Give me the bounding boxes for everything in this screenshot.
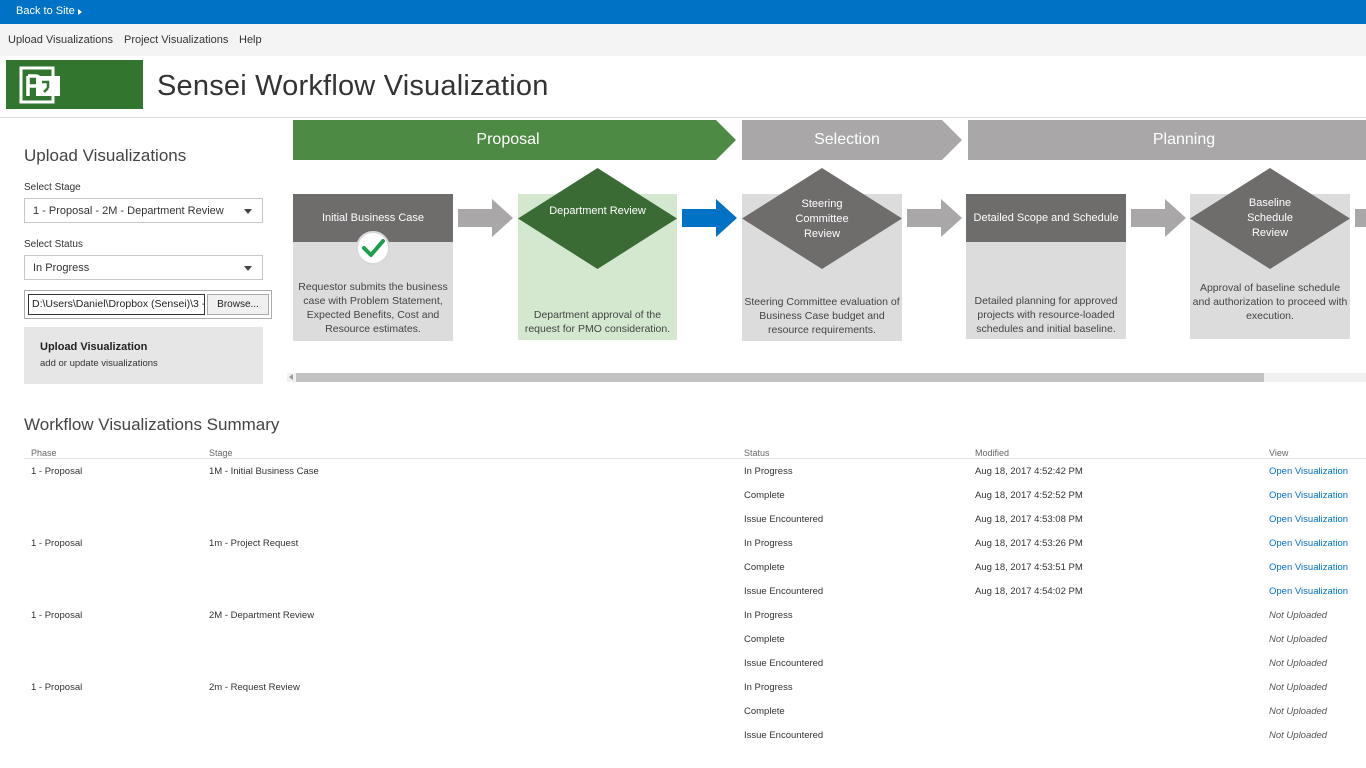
open-visualization-link[interactable]: Open Visualization [1269,466,1348,477]
cell-phase: 1 - Proposal [31,538,83,549]
upload-title: Upload Visualization [40,341,148,353]
step-description: Steering Committee evaluation of Busines… [744,296,900,336]
arrow-right-icon [682,199,737,237]
not-uploaded-label: Not Uploaded [1269,634,1328,645]
step-title: Steering Committee Review [795,198,849,240]
arrow-right-icon [1131,199,1186,237]
open-visualization-link[interactable]: Open Visualization [1269,514,1348,525]
upload-visualization-button[interactable]: Upload Visualization add or update visua… [24,327,263,384]
project-logo [6,60,143,109]
col-header-stage: Stage [209,448,233,458]
nav-help[interactable]: Help [239,34,262,46]
open-visualization-link[interactable]: Open Visualization [1269,586,1348,597]
step-detailed-scope-and-schedule[interactable]: Detailed Scope and Schedule Detailed pla… [966,194,1126,339]
cell-modified: Aug 18, 2017 4:53:51 PM [975,562,1083,573]
cell-status: Complete [744,634,785,645]
not-uploaded-label: Not Uploaded [1269,610,1328,621]
header-divider [0,117,1366,118]
summary-title: Workflow Visualizations Summary [24,415,280,434]
file-path-input[interactable]: D:\Users\Daniel\Dropbox (Sensei)\3 - [28,294,205,315]
chevron-down-icon [244,266,252,271]
step-description: Requestor submits the business case with… [298,281,448,335]
open-visualization-link[interactable]: Open Visualization [1269,538,1348,549]
arrow-right-icon [1355,209,1366,227]
upload-panel-title: Upload Visualizations [24,146,187,165]
chevron-down-icon [244,209,252,214]
step-description: Detailed planning for approved projects … [974,295,1118,335]
phase-label-selection: Selection [814,131,880,148]
col-header-view: View [1269,448,1289,458]
page-title: Sensei Workflow Visualization [157,70,549,102]
step-description: Department approval of the request for P… [524,309,671,335]
cell-status: Issue Encountered [744,514,824,525]
cell-modified: Aug 18, 2017 4:53:08 PM [975,514,1083,525]
nav-upload-visualizations[interactable]: Upload Visualizations [8,34,113,46]
arrow-right-icon [458,199,513,237]
cell-status: Issue Encountered [744,658,824,669]
nav-bar: Upload Visualizations Project Visualizat… [0,24,1366,56]
stage-select-value: 1 - Proposal - 2M - Department Review [33,205,224,217]
cell-phase: 1 - Proposal [31,682,83,693]
select-stage-label: Select Stage [24,182,81,193]
cell-status: Complete [744,490,785,501]
status-select[interactable]: In Progress [24,255,263,280]
top-bar: Back to Site [0,0,1366,24]
open-visualization-link[interactable]: Open Visualization [1269,562,1348,573]
cell-modified: Aug 18, 2017 4:52:52 PM [975,490,1083,501]
col-header-phase: Phase [31,448,57,458]
step-title: Detailed Scope and Schedule [966,194,1126,242]
col-header-modified: Modified [975,448,1010,458]
cell-phase: 1 - Proposal [31,610,83,621]
step-initial-business-case[interactable]: Initial Business Case Requestor submits … [293,194,453,341]
cell-phase: 1 - Proposal [31,466,83,477]
cell-stage: 1m - Project Request [209,538,299,549]
cell-status: Complete [744,562,785,573]
cell-status: In Progress [744,682,793,693]
project-app-icon [19,66,60,104]
select-status-label: Select Status [24,239,83,250]
cell-stage: 2m - Request Review [209,682,300,693]
stage-select[interactable]: 1 - Proposal - 2M - Department Review [24,198,263,223]
cell-status: In Progress [744,610,793,621]
open-visualization-link[interactable]: Open Visualization [1269,490,1348,501]
cell-status: Complete [744,706,785,717]
not-uploaded-label: Not Uploaded [1269,730,1328,741]
step-title: Department Review [549,205,646,217]
cell-stage: 1M - Initial Business Case [209,466,319,477]
cell-status: In Progress [744,466,793,477]
cell-stage: 2M - Department Review [209,610,315,621]
table-header-divider [24,458,1366,459]
cell-status: In Progress [744,538,793,549]
cell-modified: Aug 18, 2017 4:54:02 PM [975,586,1083,597]
back-to-site-link[interactable]: Back to Site [16,5,75,17]
status-select-value: In Progress [33,262,90,274]
phase-label-proposal: Proposal [476,131,540,148]
col-header-status: Status [744,448,770,458]
scroll-left-icon[interactable] [289,374,293,380]
cell-status: Issue Encountered [744,730,824,741]
file-picker: D:\Users\Daniel\Dropbox (Sensei)\3 - Bro… [24,290,272,319]
diagram-scrollbar-thumb[interactable] [296,373,1264,382]
not-uploaded-label: Not Uploaded [1269,706,1328,717]
not-uploaded-label: Not Uploaded [1269,682,1328,693]
step-description: Approval of baseline schedule and author… [1192,282,1348,322]
step-title: Baseline Schedule Review [1247,197,1293,239]
nav-project-visualizations[interactable]: Project Visualizations [124,34,228,46]
not-uploaded-label: Not Uploaded [1269,658,1328,669]
arrow-right-icon [907,199,962,237]
phase-label-planning: Planning [1152,131,1216,148]
checkmark-icon [356,231,390,265]
cell-status: Issue Encountered [744,586,824,597]
upload-subtitle: add or update visualizations [40,358,158,369]
browse-button[interactable]: Browse... [207,294,269,315]
chevron-right-icon [78,9,82,15]
cell-modified: Aug 18, 2017 4:52:42 PM [975,466,1083,477]
cell-modified: Aug 18, 2017 4:53:26 PM [975,538,1083,549]
